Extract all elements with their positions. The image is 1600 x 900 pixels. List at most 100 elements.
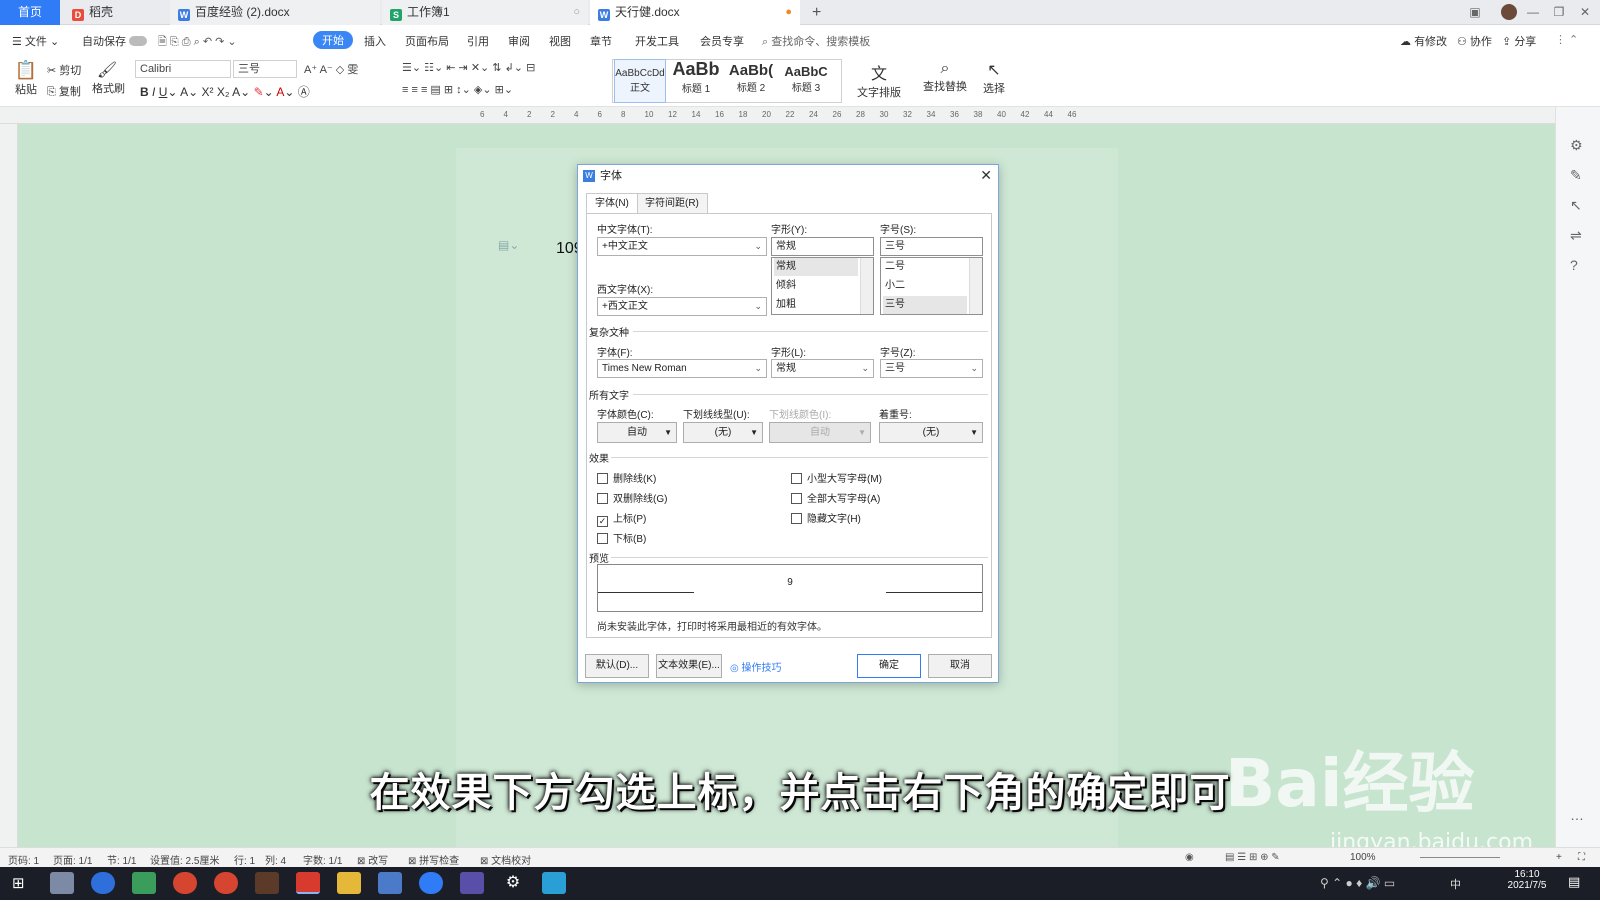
underline-select[interactable]: (无) ▼	[683, 422, 763, 443]
text-effect-button[interactable]: 文本效果(E)...	[656, 654, 722, 678]
more-icon[interactable]: ⋮ ⌃	[1555, 33, 1578, 46]
menu-member[interactable]: 会员专享	[700, 33, 744, 49]
settings-icon[interactable]: ⚙	[501, 872, 525, 894]
strikethrough-checkbox[interactable]: 删除线(K)	[597, 470, 656, 485]
checkbox-box[interactable]	[791, 473, 802, 484]
style-heading-1[interactable]: AaBb 标题 1	[668, 59, 724, 103]
app-icon[interactable]	[378, 872, 402, 894]
close-icon[interactable]: ✕	[980, 167, 992, 184]
windows-start-icon[interactable]: ⊞	[12, 874, 25, 892]
security-icon[interactable]	[132, 872, 156, 894]
file-explorer-icon[interactable]	[50, 872, 74, 894]
copy-button[interactable]: ⎘ 复制	[47, 83, 81, 99]
size-input[interactable]: 三号	[880, 237, 983, 256]
menu-insert[interactable]: 插入	[364, 33, 386, 49]
menu-references[interactable]: 引用	[467, 33, 489, 49]
clock[interactable]: 16:10 2021/7/5	[1502, 869, 1552, 891]
settings-icon[interactable]: ⇌	[1570, 227, 1582, 244]
style-scrollbar[interactable]	[860, 258, 873, 314]
style-option[interactable]: 常规	[774, 258, 858, 276]
tab-tianxingjian[interactable]: W 天行健.docx ●	[590, 0, 800, 25]
app-icon[interactable]	[255, 872, 279, 894]
restore-icon[interactable]: ❐	[1547, 0, 1571, 25]
app-icon[interactable]	[419, 872, 443, 894]
menu-file[interactable]: ☰ 文件 ⌄	[12, 33, 59, 49]
menu-chapter[interactable]: 章节	[590, 33, 612, 49]
font-name-select[interactable]: Calibri	[135, 60, 231, 78]
status-revise[interactable]: ⊠ 改写	[357, 852, 388, 867]
collaborate-button[interactable]: ⚇ 协作	[1457, 33, 1492, 49]
style-heading-3[interactable]: AaBbC 标题 3	[778, 59, 834, 103]
complex-style-select[interactable]: 常规 ⌄	[771, 359, 874, 378]
font-size-tools[interactable]: A⁺ A⁻ ◇ 雯	[304, 61, 358, 77]
view-mode-icons[interactable]: ▤ ☰ ⊞ ⊕ ✎	[1225, 852, 1280, 863]
size-option[interactable]: 二号	[883, 258, 967, 276]
chrome-icon[interactable]	[214, 872, 238, 894]
cn-font-select[interactable]: +中文正文 ⌄	[597, 237, 767, 256]
complex-size-select[interactable]: 三号 ⌄	[880, 359, 983, 378]
checkbox-box[interactable]	[597, 473, 608, 484]
toggle-switch[interactable]	[129, 36, 148, 46]
app-icon[interactable]	[542, 872, 566, 894]
menu-developer[interactable]: 开发工具	[635, 33, 679, 49]
autosave-toggle[interactable]: 自动保存	[82, 33, 148, 49]
zoom-level[interactable]: 100%	[1350, 852, 1376, 863]
west-font-select[interactable]: +西文正文 ⌄	[597, 297, 767, 316]
minimize-icon[interactable]: —	[1521, 0, 1545, 25]
menu-view[interactable]: 视图	[549, 33, 571, 49]
chrome-icon[interactable]	[173, 872, 197, 894]
style-input[interactable]: 常规	[771, 237, 874, 256]
browser-icon[interactable]	[91, 872, 115, 894]
tab-home[interactable]: 首页	[0, 0, 60, 25]
ime-indicator[interactable]: 中	[1450, 876, 1461, 892]
help-icon[interactable]: ?	[1570, 257, 1578, 273]
menu-review[interactable]: 审阅	[508, 33, 530, 49]
vertical-ruler[interactable]	[0, 124, 18, 847]
size-option[interactable]: 小二	[883, 277, 967, 295]
pen-icon[interactable]: ✎	[1570, 167, 1582, 184]
quick-access-icons[interactable]: 🗎 ⎘ ⎙ ⌕ ↶ ↷ ⌄	[158, 33, 237, 52]
new-tab-button[interactable]: +	[804, 0, 828, 25]
all-caps-checkbox[interactable]: 全部大写字母(A)	[791, 490, 880, 505]
text-format-tools[interactable]: B I U⌄ A⌄ X² X₂ A⌄ ✎⌄ A⌄ Ⓐ	[140, 83, 310, 100]
tab-spacing[interactable]: 字符间距(R)	[636, 193, 708, 213]
fullscreen-icon[interactable]: ⛶	[1578, 852, 1585, 863]
size-scrollbar[interactable]	[969, 258, 982, 314]
style-heading-2[interactable]: AaBb(标题 2	[724, 59, 778, 103]
has-changes-button[interactable]: ☁ 有修改	[1400, 33, 1447, 49]
complex-font-select[interactable]: Times New Roman ⌄	[597, 359, 767, 378]
tips-link[interactable]: ◎ 操作技巧	[730, 659, 782, 674]
check-icon[interactable]: ✓	[597, 516, 608, 527]
dialog-titlebar[interactable]: W 字体	[578, 165, 998, 187]
select-button[interactable]: ↖ 选择	[978, 60, 1010, 96]
status-proofread[interactable]: ⊠ 文档校对	[480, 852, 531, 867]
wps-icon[interactable]	[296, 872, 320, 894]
style-option[interactable]: 加粗	[774, 296, 858, 314]
media-player-icon[interactable]	[460, 872, 484, 894]
checkbox-box[interactable]	[597, 533, 608, 544]
search-box[interactable]: ⌕ 查找命令、搜索模板	[762, 33, 870, 49]
size-option[interactable]: 三号	[883, 296, 967, 314]
style-normal[interactable]: AaBbCcDd 正文	[614, 59, 666, 103]
status-word-count[interactable]: 字数: 1/1	[303, 852, 342, 867]
superscript-checkbox[interactable]: ✓ 上标(P)	[597, 510, 646, 527]
eye-icon[interactable]: ◉	[1185, 852, 1194, 863]
find-replace-button[interactable]: ⌕ 查找替换	[920, 60, 970, 94]
avatar[interactable]	[1497, 0, 1521, 25]
style-panel-icon[interactable]: ⚙	[1570, 137, 1583, 154]
emphasis-select[interactable]: (无) ▼	[879, 422, 983, 443]
system-tray-icons[interactable]: ⚲ ⌃ ● ♦ 🔊 ▭	[1320, 876, 1395, 890]
folder-icon[interactable]	[337, 872, 361, 894]
menu-start[interactable]: 开始	[313, 31, 353, 49]
default-button[interactable]: 默认(D)...	[585, 654, 649, 678]
notification-icon[interactable]: ▤	[1568, 874, 1580, 890]
align-tools[interactable]: ≡ ≡ ≡ ▤ ⊞ ↕⌄ ◈⌄ ⊞⌄	[402, 83, 513, 96]
share-button[interactable]: ⇪ 分享	[1502, 33, 1536, 49]
double-strikethrough-checkbox[interactable]: 双删除线(G)	[597, 490, 667, 505]
style-list[interactable]: 常规 倾斜 加粗	[771, 257, 874, 315]
menu-page-layout[interactable]: 页面布局	[405, 33, 449, 49]
cancel-button[interactable]: 取消	[928, 654, 992, 678]
tab-workbook[interactable]: S 工作簿1 ○	[382, 0, 588, 25]
hidden-text-checkbox[interactable]: 隐藏文字(H)	[791, 510, 861, 525]
tab-daoke[interactable]: D 稻壳	[64, 0, 168, 25]
